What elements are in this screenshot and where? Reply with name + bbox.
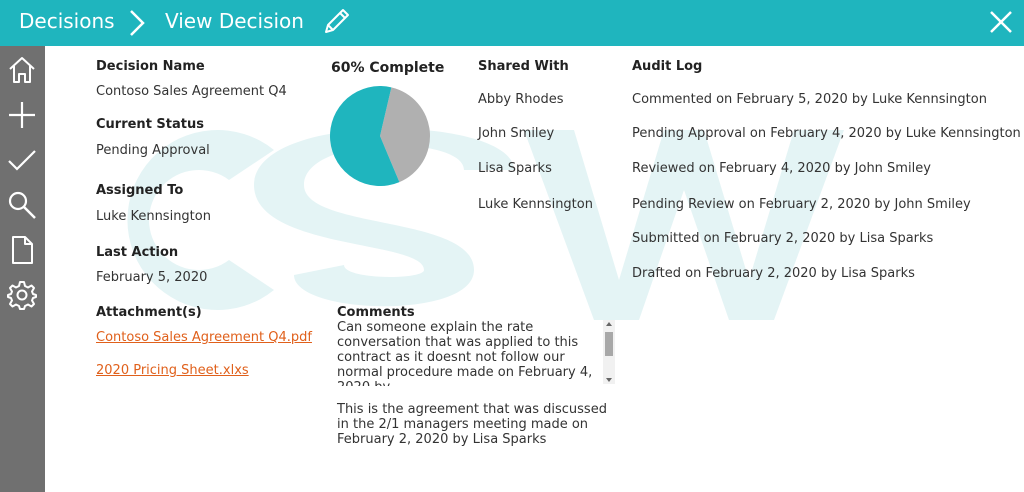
comment-scrollbar[interactable] bbox=[603, 320, 615, 384]
comment-text: This is the agreement that was discussed… bbox=[337, 402, 607, 447]
shared-person: John Smiley bbox=[478, 126, 555, 141]
current-status-value: Pending Approval bbox=[96, 143, 210, 158]
last-action-label: Last Action bbox=[96, 245, 179, 260]
sidebar bbox=[0, 46, 45, 492]
last-action-value: February 5, 2020 bbox=[96, 270, 208, 285]
progress-pie-chart bbox=[329, 86, 430, 186]
audit-entry: Pending Review on February 2, 2020 by Jo… bbox=[632, 197, 971, 212]
shared-with-label: Shared With bbox=[478, 59, 569, 74]
attachments-label: Attachment(s) bbox=[96, 305, 202, 320]
gear-icon[interactable] bbox=[6, 279, 38, 311]
scrollbar-thumb[interactable] bbox=[605, 332, 613, 356]
search-icon[interactable] bbox=[6, 189, 38, 221]
audit-entry: Reviewed on February 4, 2020 by John Smi… bbox=[632, 161, 931, 176]
check-icon[interactable] bbox=[6, 144, 38, 176]
current-status-label: Current Status bbox=[96, 117, 204, 132]
shared-person: Lisa Sparks bbox=[478, 161, 552, 176]
audit-entry: Commented on February 5, 2020 by Luke Ke… bbox=[632, 92, 987, 107]
decision-name-value: Contoso Sales Agreement Q4 bbox=[96, 84, 287, 99]
comments-label: Comments bbox=[337, 305, 415, 320]
edit-pencil-icon[interactable] bbox=[320, 6, 352, 38]
assigned-to-value: Luke Kennsington bbox=[96, 209, 211, 224]
attachment-link[interactable]: Contoso Sales Agreement Q4.pdf bbox=[96, 330, 312, 345]
breadcrumb-decisions[interactable]: Decisions bbox=[19, 9, 115, 33]
decision-name-label: Decision Name bbox=[96, 59, 205, 74]
comment-text: Can someone explain the rate conversatio… bbox=[337, 320, 593, 386]
audit-log-label: Audit Log bbox=[632, 59, 703, 74]
shared-person: Luke Kennsington bbox=[478, 197, 593, 212]
assigned-to-label: Assigned To bbox=[96, 183, 184, 198]
progress-label: 60% Complete bbox=[331, 60, 445, 76]
home-icon[interactable] bbox=[6, 54, 38, 86]
page-title: View Decision bbox=[165, 9, 304, 33]
shared-person: Abby Rhodes bbox=[478, 92, 564, 107]
scroll-down-arrow-icon[interactable] bbox=[606, 378, 612, 382]
close-icon[interactable] bbox=[988, 9, 1014, 35]
scroll-up-arrow-icon[interactable] bbox=[606, 322, 612, 326]
attachment-link[interactable]: 2020 Pricing Sheet.xlxs bbox=[96, 363, 249, 378]
chevron-right-icon bbox=[130, 10, 145, 36]
audit-entry: Drafted on February 2, 2020 by Lisa Spar… bbox=[632, 266, 915, 281]
audit-entry: Pending Approval on February 4, 2020 by … bbox=[632, 126, 1021, 141]
top-header: Decisions View Decision bbox=[0, 0, 1024, 46]
audit-entry: Submitted on February 2, 2020 by Lisa Sp… bbox=[632, 231, 934, 246]
comment-scroll-area[interactable]: Can someone explain the rate conversatio… bbox=[337, 320, 615, 386]
document-icon[interactable] bbox=[6, 234, 38, 266]
plus-icon[interactable] bbox=[6, 99, 38, 131]
